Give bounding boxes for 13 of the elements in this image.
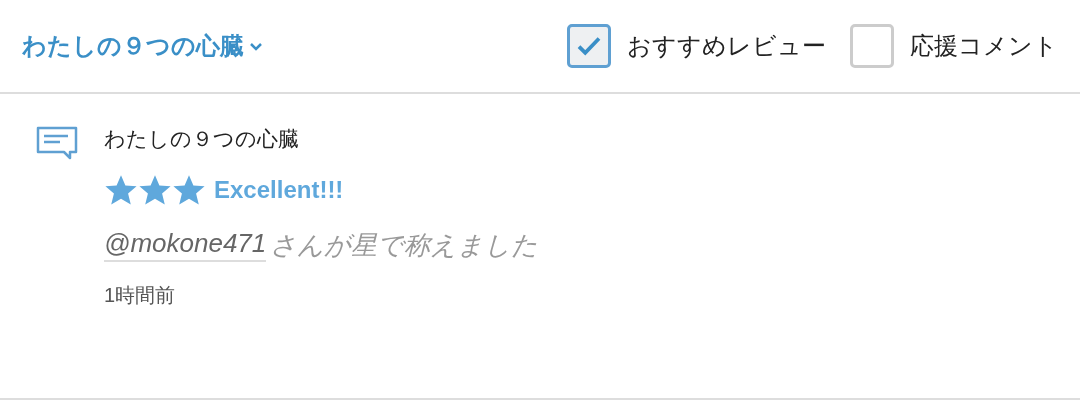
filter-label: おすすめレビュー: [627, 31, 826, 61]
star-icon: [138, 173, 172, 207]
timestamp: 1時間前: [104, 283, 177, 308]
star-icon: [104, 173, 138, 207]
work-title: わたしの９つの心臓: [104, 126, 300, 152]
user-link[interactable]: @mokone471: [104, 226, 267, 262]
rating-label: Excellent!!!: [214, 175, 344, 205]
filter-checkbox[interactable]: [567, 24, 611, 68]
star-icon: [172, 173, 206, 207]
filter-checkbox[interactable]: [850, 24, 894, 68]
work-title-dropdown[interactable]: わたしの９つの心臓: [22, 28, 264, 64]
activity-message: さんが星で称えました: [270, 229, 539, 262]
filter-label: 応援コメント: [910, 31, 1058, 61]
